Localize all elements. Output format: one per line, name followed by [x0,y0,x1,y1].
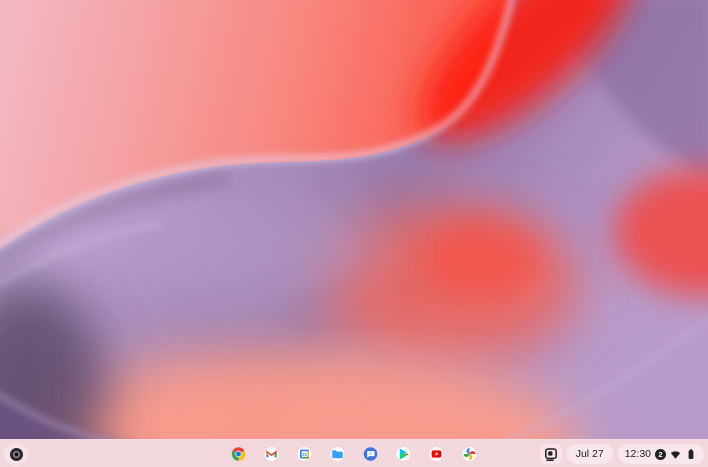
desktop[interactable] [0,0,708,467]
play-store-icon [396,447,411,461]
launcher-button[interactable] [4,442,28,466]
google-photos-icon [462,447,477,461]
battery-icon [688,449,694,459]
messages-icon [363,447,378,461]
shelf-app-gmail[interactable] [263,445,281,463]
youtube-icon [429,447,444,461]
screen-capture-button[interactable] [539,444,562,464]
shelf-app-photos[interactable] [461,445,479,463]
launcher-circle-icon [9,447,23,461]
shelf-app-chrome[interactable] [230,445,248,463]
shelf-app-calendar[interactable]: 31 [296,445,314,463]
chrome-icon [231,447,246,461]
date-label: Jul 27 [575,448,604,460]
notification-count-badge: 2 [655,448,666,460]
files-icon [330,447,345,461]
calendar-day-number: 31 [302,452,308,457]
shelf-app-youtube[interactable] [428,445,446,463]
quick-settings-button[interactable]: 12:30 2 [617,444,704,464]
screen-capture-icon [544,448,557,461]
shelf-app-play-store[interactable] [395,445,413,463]
shelf: 31 Jul 27 12:30 2 [0,439,708,467]
wifi-icon [670,450,681,459]
shelf-app-files[interactable] [329,445,347,463]
status-tray: Jul 27 12:30 2 [539,444,704,464]
wallpaper-image [0,0,708,467]
shelf-apps: 31 [230,440,479,467]
time-label: 12:30 [624,448,651,460]
calendar-date-button[interactable]: Jul 27 [566,444,613,464]
gmail-icon [264,447,279,461]
shelf-app-messages[interactable] [362,445,380,463]
google-calendar-icon: 31 [297,447,312,461]
